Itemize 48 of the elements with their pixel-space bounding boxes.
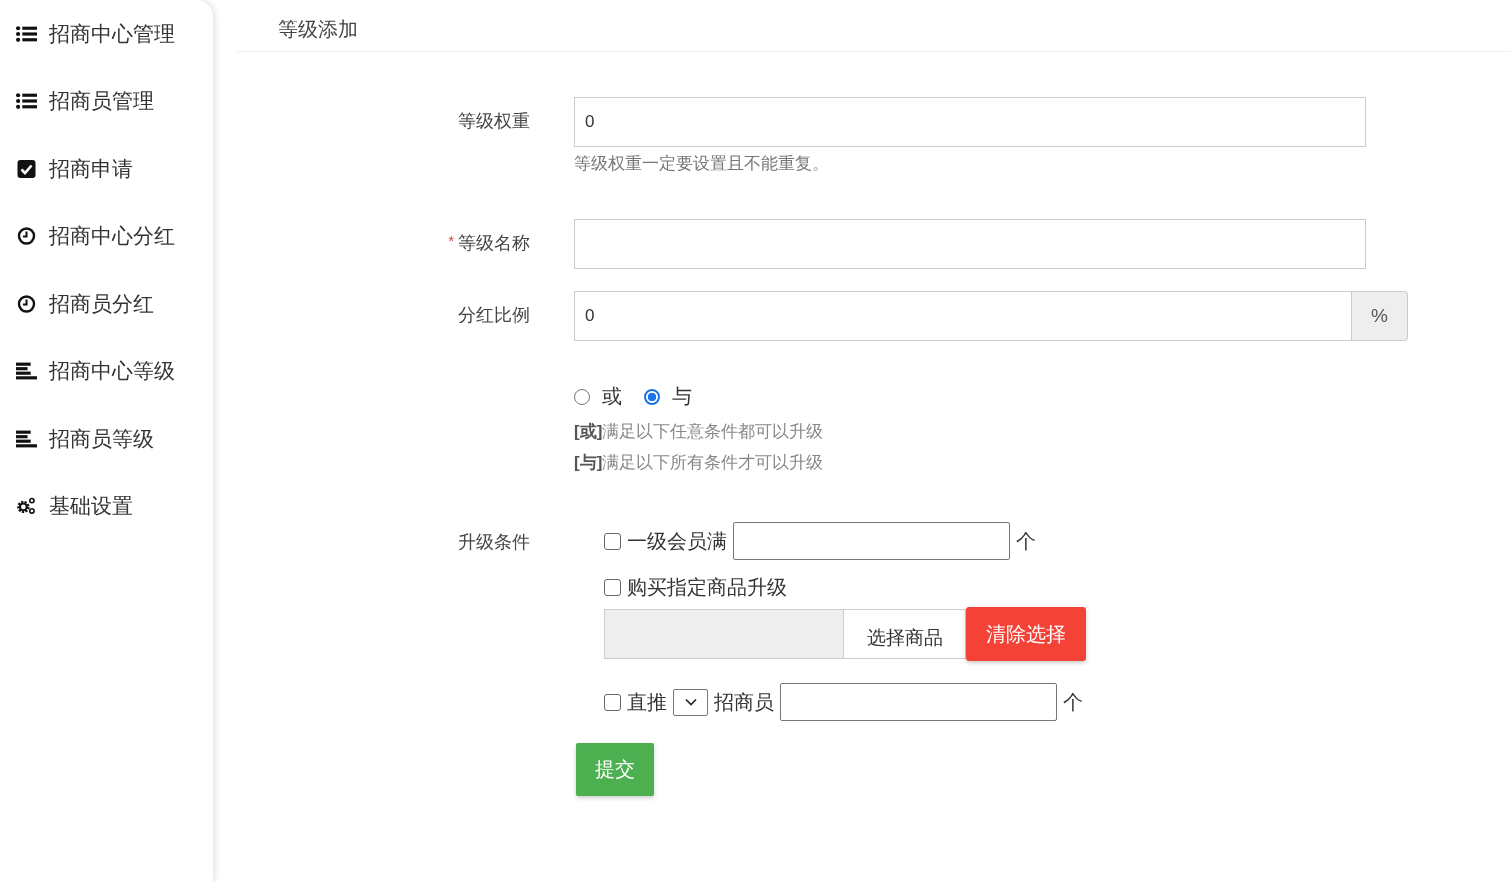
condition-label: 直推: [627, 689, 667, 715]
weight-input[interactable]: 0: [574, 97, 1366, 147]
unit-label: 个: [1063, 689, 1083, 715]
select-goods-button[interactable]: 选择商品: [844, 609, 966, 659]
align-left-icon: [16, 362, 37, 381]
checkbox[interactable]: [604, 579, 621, 596]
condition-label: 购买指定商品升级: [627, 575, 787, 600]
list-icon: [16, 24, 37, 43]
required-mark: *: [448, 232, 454, 249]
nav-item[interactable]: 招商申请: [0, 135, 213, 203]
help-text: [与]满足以下所有条件才可以升级: [574, 452, 825, 474]
align-left-icon: [16, 429, 37, 448]
dropdown[interactable]: [673, 688, 708, 716]
name-input[interactable]: [574, 219, 1366, 269]
count-input[interactable]: [780, 683, 1057, 721]
condition-label: 一级会员满: [627, 528, 727, 554]
nav-item[interactable]: 招商员管理: [0, 67, 213, 135]
field-label: 等级权重: [457, 110, 530, 133]
field-label: 分红比例: [457, 304, 530, 327]
nav-item[interactable]: 招商员等级: [0, 405, 213, 473]
clock-icon: [16, 227, 37, 246]
nav-item[interactable]: 招商中心管理: [0, 0, 213, 68]
gears-icon: [16, 497, 37, 516]
help-text: [或]满足以下任意条件都可以升级: [574, 421, 825, 443]
list-icon: [16, 92, 37, 111]
radio-label[interactable]: 或: [602, 383, 622, 410]
nav-item[interactable]: 招商中心分红: [0, 202, 213, 270]
count-input[interactable]: [733, 522, 1010, 560]
checkbox[interactable]: [604, 693, 621, 711]
page-title: 等级添加: [278, 17, 358, 42]
unit-label: 个: [1016, 528, 1036, 554]
nav-item[interactable]: 招商中心等级: [0, 337, 213, 405]
field-label: 等级名称: [458, 232, 530, 255]
percent-addon: %: [1352, 291, 1408, 341]
goods-field[interactable]: [604, 609, 844, 659]
condition-label: 招商员: [714, 689, 774, 715]
field-label: 升级条件: [457, 531, 530, 554]
ratio-input[interactable]: 0: [574, 291, 1352, 341]
clear-selection-button[interactable]: 清除选择: [966, 607, 1086, 661]
checkbox[interactable]: [604, 532, 621, 550]
checkbox-icon: [16, 159, 37, 178]
help-text: 等级权重一定要设置且不能重复。: [574, 153, 830, 175]
nav-item[interactable]: 招商员分红: [0, 270, 213, 338]
radio-button[interactable]: [644, 388, 660, 405]
radio-label[interactable]: 与: [672, 383, 692, 410]
nav-item[interactable]: 基础设置: [0, 472, 213, 540]
clock-icon: [16, 294, 37, 313]
chevron-down-icon: [684, 698, 697, 706]
